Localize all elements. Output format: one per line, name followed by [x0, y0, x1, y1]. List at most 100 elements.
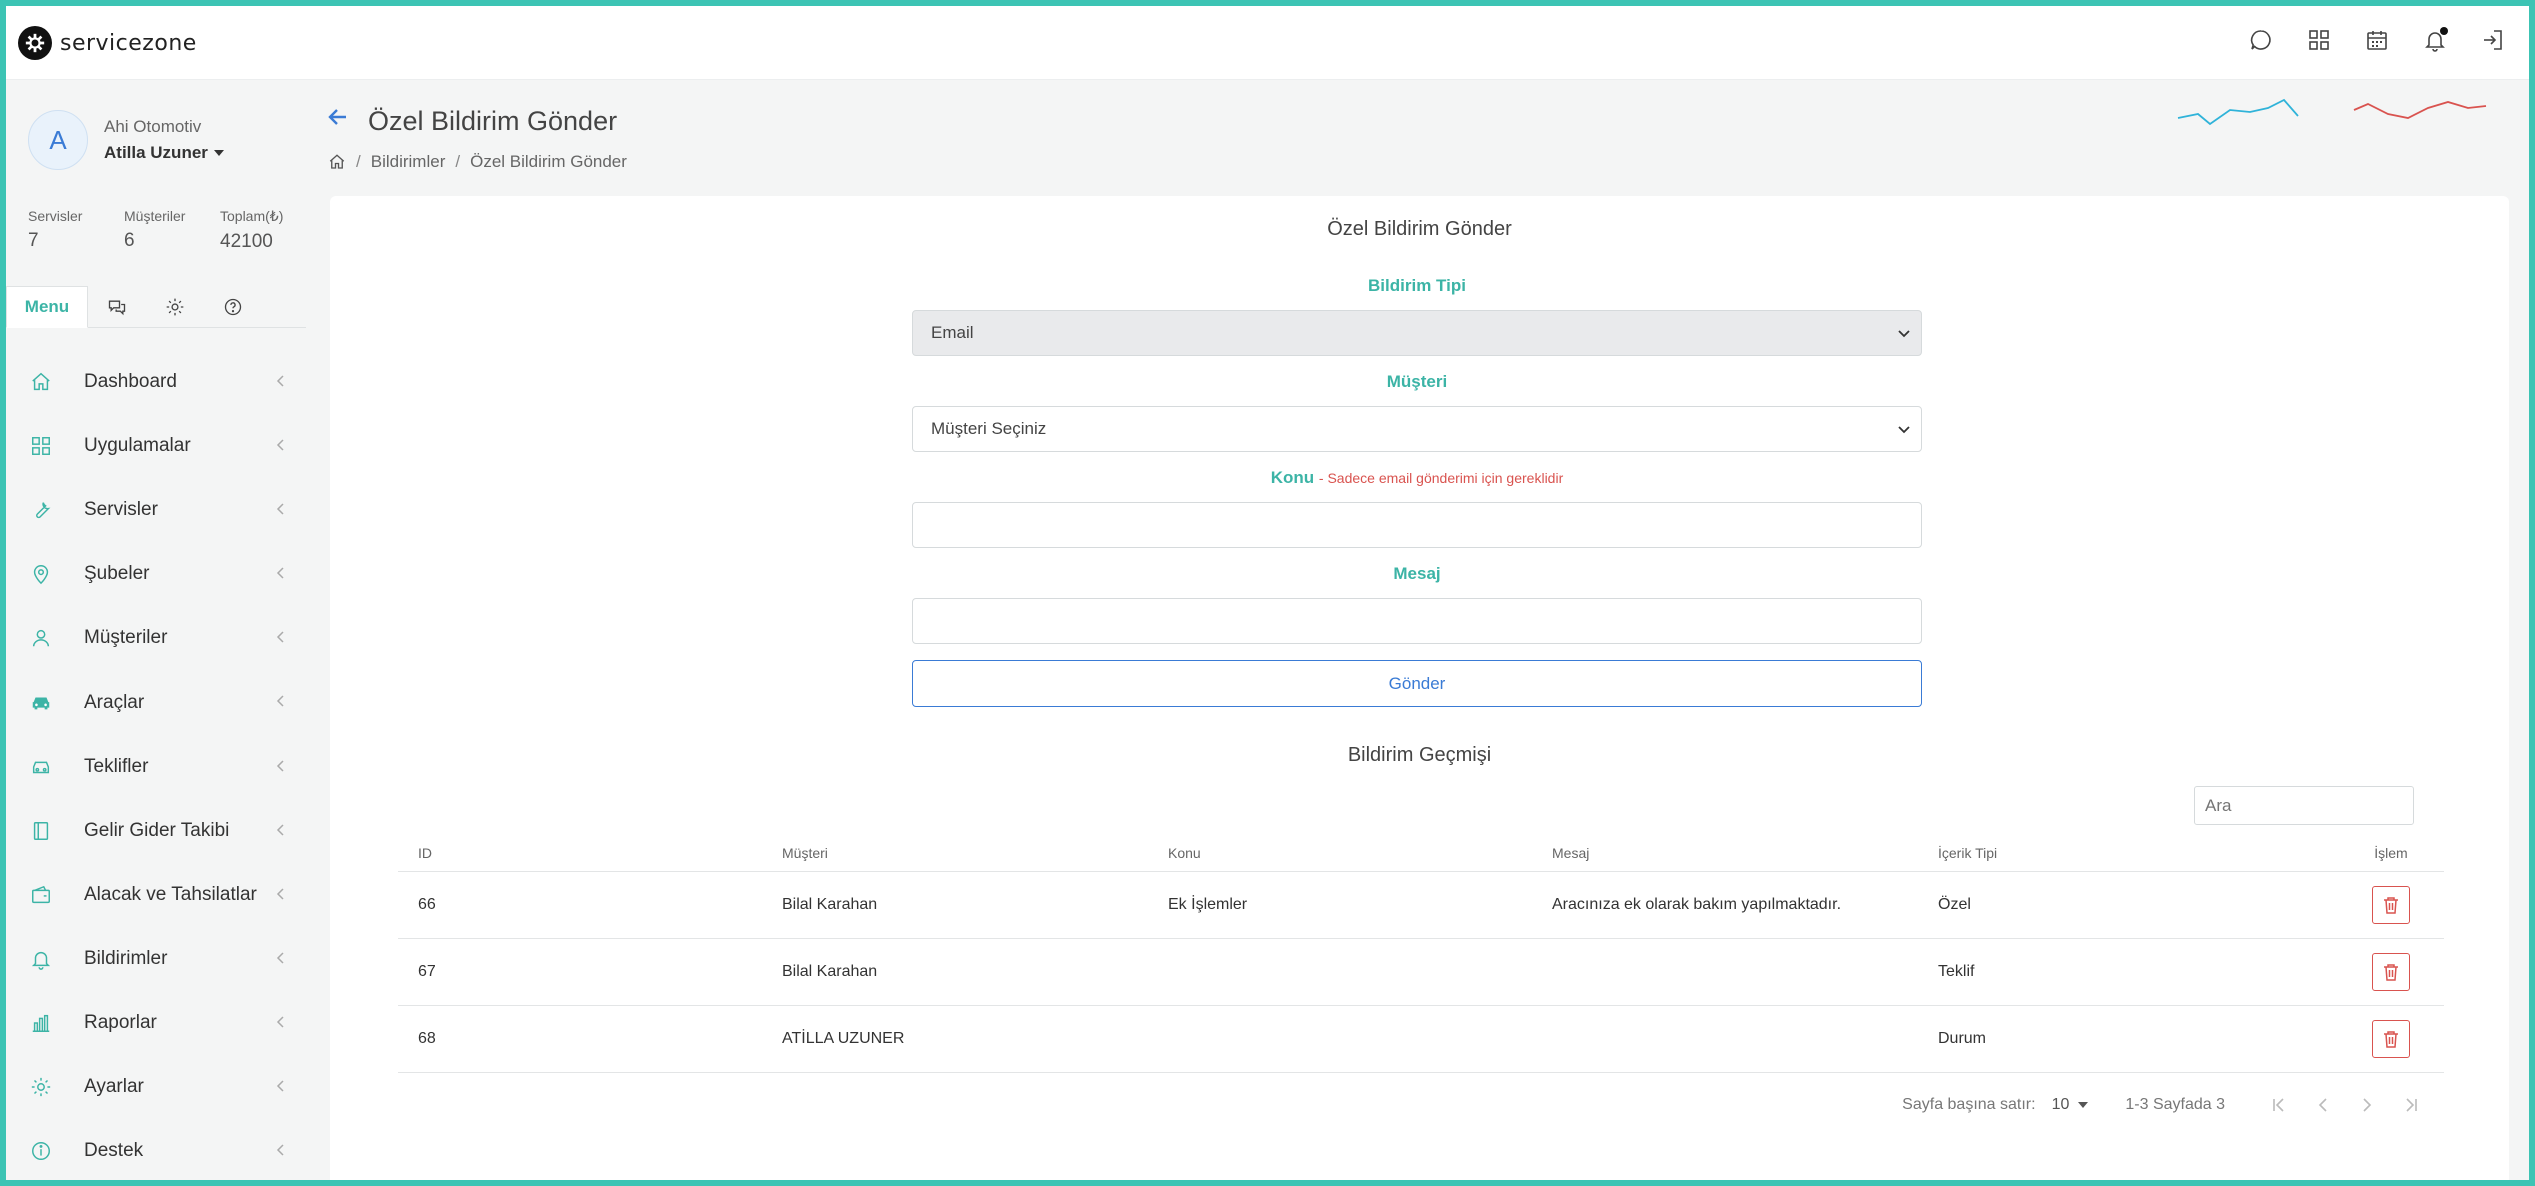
- page-title: Özel Bildirim Gönder: [368, 106, 618, 136]
- chevron-left-icon: [276, 567, 284, 579]
- history-table: ID Müşteri Konu Mesaj İçerik Tipi İşlem …: [398, 834, 2444, 1073]
- breadcrumb: / Bildirimler / Özel Bildirim Gönder: [328, 152, 627, 172]
- send-button[interactable]: Gönder: [912, 660, 1922, 707]
- cell-customer: Bilal Karahan: [782, 896, 878, 913]
- chat-icon[interactable]: [2247, 26, 2275, 54]
- sidebar-item-gelir-gider[interactable]: Gelir Gider Takibi: [6, 799, 306, 863]
- column-header[interactable]: Mesaj: [1552, 845, 1938, 861]
- table-row: 68 ATİLLA UZUNER Durum: [398, 1006, 2444, 1073]
- breadcrumb-item-bildirimler[interactable]: Bildirimler: [371, 152, 446, 172]
- search-input[interactable]: [2194, 786, 2414, 825]
- tab-help[interactable]: [204, 286, 262, 328]
- brand-logo[interactable]: servicezone: [18, 26, 197, 60]
- logout-icon[interactable]: [2479, 26, 2507, 54]
- stat-value: 7: [28, 230, 39, 251]
- stat-label: Servisler: [28, 208, 83, 224]
- chevron-left-icon: [276, 952, 284, 964]
- message-input[interactable]: [912, 598, 1922, 644]
- prev-page-icon[interactable]: [2315, 1097, 2331, 1113]
- chevron-left-icon: [276, 888, 284, 900]
- next-page-icon[interactable]: [2359, 1097, 2375, 1113]
- sidebar-item-alacak[interactable]: Alacak ve Tahsilatlar: [6, 863, 306, 927]
- breadcrumb-item-current: Özel Bildirim Gönder: [470, 152, 627, 171]
- sidebar-item-bildirimler[interactable]: Bildirimler: [6, 927, 306, 991]
- apps-grid-icon[interactable]: [2305, 26, 2333, 54]
- sidebar-item-uygulamalar[interactable]: Uygulamalar: [6, 414, 306, 478]
- wallet-icon: [28, 882, 54, 908]
- caret-down-icon: [213, 150, 224, 156]
- notification-type-select[interactable]: Email: [912, 310, 1922, 356]
- wrench-icon: [28, 497, 54, 523]
- sidebar-item-raporlar[interactable]: Raporlar: [6, 991, 306, 1055]
- select-value: Email: [931, 323, 974, 342]
- cell-content-type: Teklif: [1938, 963, 1975, 980]
- sidebar-item-label: Destek: [84, 1140, 144, 1162]
- user-profile: A Ahi Otomotiv Atilla Uzuner: [28, 110, 224, 170]
- main-card: Özel Bildirim Gönder Bildirim Tipi Email…: [330, 196, 2509, 1180]
- sidebar-item-destek[interactable]: Destek: [6, 1119, 306, 1180]
- back-arrow-icon[interactable]: [328, 108, 348, 126]
- trash-icon: [2384, 964, 2398, 981]
- notification-bell-icon[interactable]: [2421, 26, 2449, 54]
- sidebar-item-teklifler[interactable]: Teklifler: [6, 735, 306, 799]
- notification-form: Bildirim Tipi Email Müşteri Müşteri Seçi…: [912, 276, 1922, 707]
- subject-input[interactable]: [912, 502, 1922, 548]
- subject-note: - Sadece email gönderimi için gereklidir: [1318, 470, 1564, 486]
- sidebar-item-label: Ayarlar: [84, 1076, 144, 1098]
- column-header[interactable]: İçerik Tipi: [1938, 845, 2338, 861]
- cell-id: 66: [418, 896, 436, 913]
- cell-action: [2338, 953, 2444, 991]
- sidebar-item-ayarlar[interactable]: Ayarlar: [6, 1055, 306, 1119]
- select-value: Müşteri Seçiniz: [931, 419, 1047, 438]
- cell-subject: Ek İşlemler: [1168, 896, 1248, 913]
- table-row: 67 Bilal Karahan Teklif: [398, 939, 2444, 1006]
- first-page-icon[interactable]: [2271, 1097, 2287, 1113]
- table-header: ID Müşteri Konu Mesaj İçerik Tipi İşlem: [398, 834, 2444, 872]
- tab-settings[interactable]: [146, 286, 204, 328]
- delete-button[interactable]: [2372, 953, 2410, 991]
- customer-label: Müşteri: [1386, 372, 1448, 391]
- sidebar-item-servisler[interactable]: Servisler: [6, 478, 306, 542]
- sidebar-item-araclar[interactable]: Araçlar: [6, 670, 306, 734]
- sidebar-item-label: Teklifler: [84, 755, 149, 777]
- chevron-down-icon: [1898, 330, 1910, 338]
- column-header[interactable]: ID: [398, 845, 782, 861]
- user-dropdown[interactable]: Atilla Uzuner: [104, 143, 224, 163]
- cell-customer: ATİLLA UZUNER: [782, 1030, 905, 1047]
- logo-gear-icon: [18, 26, 52, 60]
- customer-select[interactable]: Müşteri Seçiniz: [912, 406, 1922, 452]
- stats-row: Servisler 7 Müşteriler 6 Toplam(₺) 42100: [28, 208, 316, 253]
- company-name: Ahi Otomotiv: [104, 117, 202, 136]
- sidebar-item-label: Servisler: [84, 499, 158, 521]
- sidebar-item-musteriler[interactable]: Müşteriler: [6, 606, 306, 670]
- sidebar-item-dashboard[interactable]: Dashboard: [6, 350, 306, 414]
- message-label: Mesaj: [1393, 564, 1441, 583]
- delete-button[interactable]: [2372, 1020, 2410, 1058]
- delete-button[interactable]: [2372, 886, 2410, 924]
- tab-menu[interactable]: Menu: [6, 286, 88, 328]
- stat-label: Toplam(₺): [220, 208, 284, 224]
- calendar-icon[interactable]: [2363, 26, 2391, 54]
- caret-down-icon: [2078, 1102, 2089, 1108]
- stat-value: 6: [124, 230, 135, 251]
- sidebar-item-label: Araçlar: [84, 691, 145, 713]
- home-icon[interactable]: [328, 153, 346, 171]
- notification-dot: [2440, 27, 2448, 35]
- bell-icon: [28, 946, 54, 972]
- chevron-left-icon: [276, 695, 284, 707]
- offer-car-icon: [28, 754, 54, 780]
- sidebar-item-subeler[interactable]: Şubeler: [6, 542, 306, 606]
- last-page-icon[interactable]: [2403, 1097, 2419, 1113]
- top-icons: [2247, 26, 2507, 54]
- cell-action: [2338, 1020, 2444, 1058]
- sidebar-item-label: Gelir Gider Takibi: [84, 819, 230, 841]
- sidebar-item-label: Dashboard: [84, 371, 177, 393]
- avatar[interactable]: A: [28, 110, 88, 170]
- tab-chat[interactable]: [88, 286, 146, 328]
- column-header[interactable]: Konu: [1168, 845, 1552, 861]
- top-bar: servicezone: [6, 6, 2529, 80]
- brand-name: servicezone: [60, 30, 197, 56]
- column-header[interactable]: Müşteri: [782, 845, 1168, 861]
- rows-per-page-select[interactable]: 10: [2052, 1096, 2090, 1114]
- chevron-left-icon: [276, 503, 284, 515]
